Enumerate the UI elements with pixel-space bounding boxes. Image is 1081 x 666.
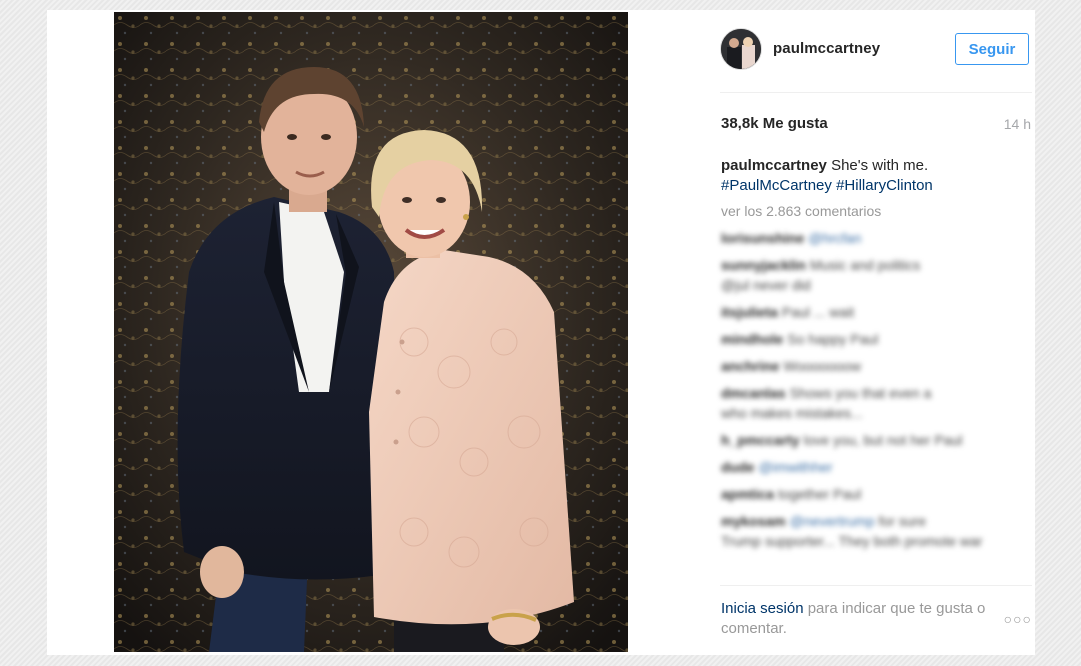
- comment-item: anchrine Wooooooow: [721, 356, 1026, 376]
- comment-text: together Paul: [777, 486, 862, 502]
- post-image: [114, 12, 628, 652]
- comment-user[interactable]: sunnyjacklin: [721, 257, 806, 273]
- comment-user[interactable]: mindhole: [721, 331, 783, 347]
- comment-hashtag[interactable]: @hrcfan: [808, 230, 861, 246]
- comment-user[interactable]: apmtica: [721, 486, 774, 502]
- divider: [720, 585, 1032, 586]
- comment-text: Wooooooow: [783, 358, 861, 374]
- comment-item: mykosam @nevertrump for sure Trump support…: [721, 511, 1026, 551]
- follow-button[interactable]: Seguir: [955, 33, 1029, 65]
- comment-text: Music and politics: [809, 257, 921, 273]
- comment-text: who makes mistakes...: [721, 405, 863, 421]
- comments-list: lorisunshine @hrcfan sunnyjacklin Music an…: [721, 228, 1026, 588]
- caption-username[interactable]: paulmccartney: [721, 157, 827, 174]
- comment-user[interactable]: itsjulieta: [721, 304, 778, 320]
- login-link[interactable]: Inicia sesión: [721, 600, 804, 617]
- comment-text: Trump supporter... They both promote war: [721, 533, 983, 549]
- post-time[interactable]: 14 h: [1004, 116, 1031, 132]
- comment-text: @jul never did: [721, 277, 811, 293]
- ellipsis-icon[interactable]: ○○○: [1004, 611, 1032, 627]
- comment-item: sunnyjacklin Music and politics @jul never…: [721, 255, 1026, 295]
- post-photo[interactable]: [114, 12, 628, 652]
- hashtag[interactable]: #HillaryClinton: [836, 177, 933, 194]
- comment-item: lorisunshine @hrcfan: [721, 228, 1026, 248]
- comment-item: mindhole So happy Paul: [721, 329, 1026, 349]
- username[interactable]: paulmccartney: [773, 40, 880, 57]
- post-header: paulmccartney Seguir: [720, 28, 1035, 72]
- comment-item: h_pmccarty love you, but not her Paul: [721, 430, 1026, 450]
- comment-item: dude @imwithher: [721, 457, 1026, 477]
- login-prompt: Inicia sesión para indicar que te gusta …: [721, 599, 1001, 639]
- caption-text: She's with me.: [831, 157, 929, 174]
- view-comments-link[interactable]: ver los 2.863 comentarios: [721, 203, 881, 219]
- comment-user[interactable]: h_pmccarty: [721, 432, 800, 448]
- comment-item: apmtica together Paul: [721, 484, 1026, 504]
- caption: paulmccartney She's with me. #PaulMcCart…: [721, 156, 1021, 196]
- comment-text: Paul ... wait: [781, 304, 855, 320]
- comment-user[interactable]: anchrine: [721, 358, 779, 374]
- comment-text: love you, but not her Paul: [803, 432, 963, 448]
- divider: [720, 92, 1032, 93]
- comment-item: itsjulieta Paul ... wait: [721, 302, 1026, 322]
- comment-hashtag[interactable]: @nevertrump: [790, 513, 875, 529]
- comment-user[interactable]: mykosam: [721, 513, 786, 529]
- post-sidebar: paulmccartney Seguir 38,8k Me gusta 14 h…: [720, 10, 1035, 655]
- comment-user[interactable]: lorisunshine: [721, 230, 804, 246]
- comment-user[interactable]: dmcanlas: [721, 385, 786, 401]
- comment-hashtag[interactable]: @imwithher: [758, 459, 832, 475]
- comment-text: So happy Paul: [787, 331, 879, 347]
- avatar-image: [721, 29, 761, 69]
- comment-user[interactable]: dude: [721, 459, 754, 475]
- post-card: paulmccartney Seguir 38,8k Me gusta 14 h…: [47, 10, 1035, 655]
- comment-text: Shows you that even a: [789, 385, 932, 401]
- likes-count[interactable]: 38,8k Me gusta: [721, 115, 828, 132]
- avatar[interactable]: [720, 28, 762, 70]
- comment-text: for sure: [878, 513, 926, 529]
- comment-item: dmcanlas Shows you that even a who makes m…: [721, 383, 1026, 423]
- hashtag[interactable]: #PaulMcCartney: [721, 177, 832, 194]
